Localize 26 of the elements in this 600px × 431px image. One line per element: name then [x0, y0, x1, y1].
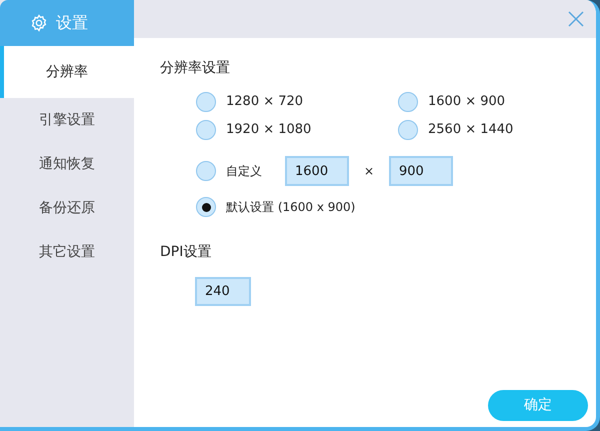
- dpi-field[interactable]: 240: [195, 277, 251, 306]
- radio-button[interactable]: [196, 92, 216, 112]
- times-sign: ×: [362, 163, 376, 180]
- option-label: 1280 × 720: [226, 93, 304, 112]
- sidebar-tab[interactable]: 其它设置: [0, 230, 134, 274]
- resolution-field[interactable]: 900: [389, 156, 453, 186]
- radio-button[interactable]: [196, 120, 216, 140]
- option-label: 自定义: [226, 163, 263, 180]
- sidebar-tab[interactable]: 分辨率: [0, 46, 134, 98]
- radio-button[interactable]: [196, 197, 216, 217]
- section-title: DPI设置: [160, 243, 212, 262]
- option-label: 1920 × 1080: [226, 121, 312, 140]
- radio-button[interactable]: [398, 92, 418, 112]
- section-title: 分辨率设置: [160, 59, 231, 78]
- option-label: 1600 × 900: [428, 93, 506, 112]
- radio-button[interactable]: [196, 161, 216, 181]
- option-label: 2560 × 1440: [428, 121, 514, 140]
- option-label: 默认设置 (1600 x 900): [226, 199, 356, 216]
- resolution-field[interactable]: 1600: [285, 156, 349, 186]
- sidebar-tab[interactable]: 备份还原: [0, 186, 134, 230]
- close-icon[interactable]: [568, 11, 584, 27]
- sidebar-tab[interactable]: 通知恢复: [0, 142, 134, 186]
- sidebar-tab[interactable]: 引擎设置: [0, 98, 134, 142]
- settings-icon: [30, 14, 48, 32]
- sidebar-title: 设置: [56, 12, 88, 34]
- radio-button[interactable]: [398, 120, 418, 140]
